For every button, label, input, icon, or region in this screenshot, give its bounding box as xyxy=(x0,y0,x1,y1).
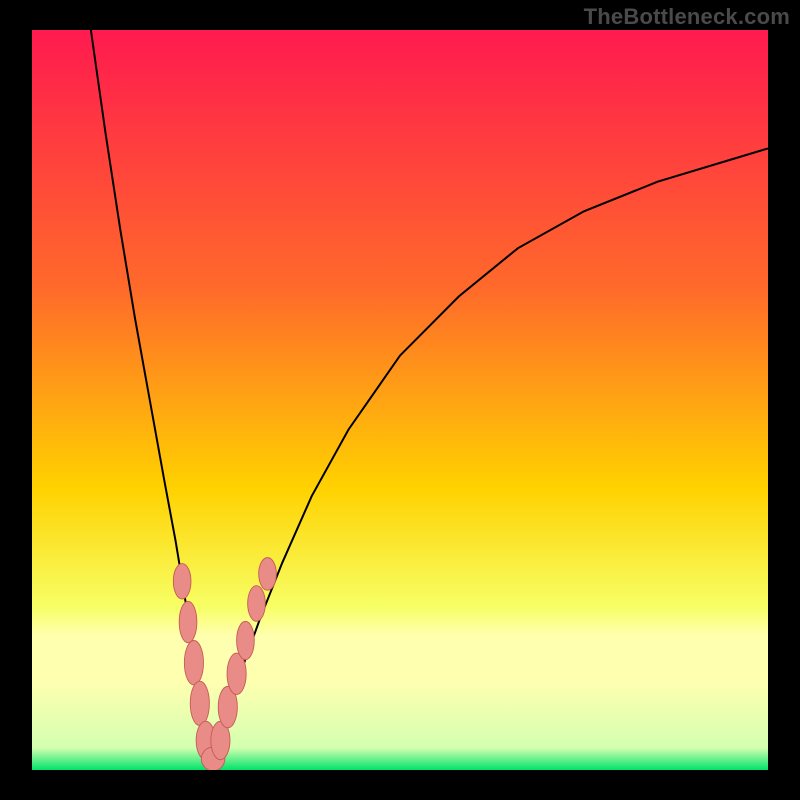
chart-frame: TheBottleneck.com xyxy=(0,0,800,800)
data-marker xyxy=(184,641,203,685)
data-marker xyxy=(179,601,197,642)
plot-svg xyxy=(32,30,768,770)
data-marker xyxy=(237,621,255,659)
gradient-background xyxy=(32,30,768,770)
data-marker xyxy=(190,681,209,725)
watermark-text: TheBottleneck.com xyxy=(584,4,790,30)
data-marker xyxy=(248,586,266,622)
plot-area xyxy=(32,30,768,770)
data-marker xyxy=(259,558,277,591)
data-marker xyxy=(173,564,191,600)
